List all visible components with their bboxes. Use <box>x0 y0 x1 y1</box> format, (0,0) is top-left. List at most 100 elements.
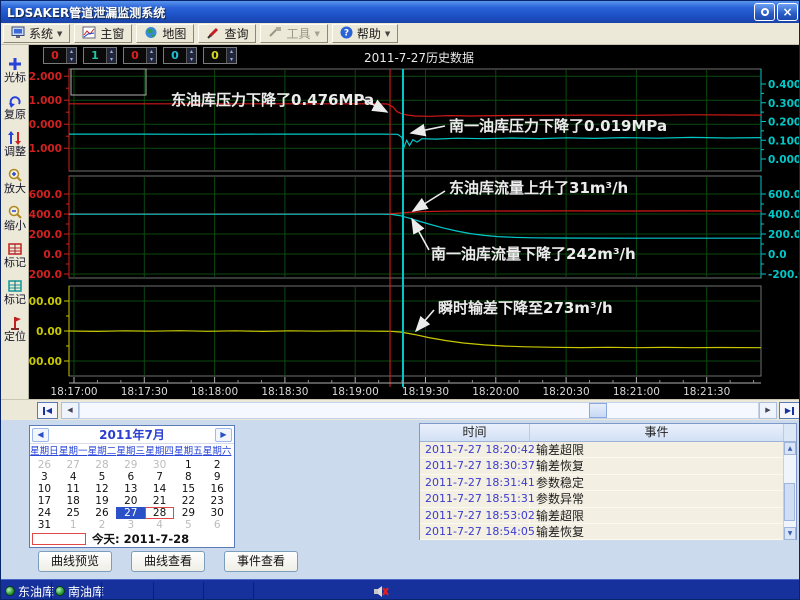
date-cell[interactable]: 6 <box>116 471 145 483</box>
history-charts[interactable]: 2.0001.0000.000-1.0000.4000.3000.2000.10… <box>29 45 800 399</box>
event-table-scrollbar: ▲ ▼ <box>783 442 796 540</box>
left-axis-label: 2.000 <box>29 71 62 83</box>
day-header: 星期六 <box>203 444 232 459</box>
date-cell[interactable]: 25 <box>59 507 88 519</box>
date-cell[interactable]: 1 <box>174 459 203 471</box>
event-view-button[interactable]: 事件查看 <box>224 551 298 572</box>
date-cell[interactable]: 23 <box>203 495 232 507</box>
date-cell[interactable]: 8 <box>174 471 203 483</box>
system-menu-button[interactable]: 系统 ▼ <box>3 24 70 43</box>
date-cell[interactable]: 28 <box>88 459 117 471</box>
annotation-text: 南一油库流量下降了242m³/h <box>431 245 636 263</box>
scroll-end-button[interactable]: ▶ <box>779 402 800 419</box>
event-row[interactable]: 2011-7-27 18:51:31参数异常 <box>420 491 783 507</box>
date-selected[interactable]: 27 <box>116 507 145 519</box>
date-cell[interactable]: 30 <box>145 459 174 471</box>
curve-view-button[interactable]: 曲线查看 <box>131 551 205 572</box>
date-cell[interactable]: 7 <box>145 471 174 483</box>
close-icon: × <box>782 5 792 19</box>
event-row[interactable]: 2011-7-27 18:20:42输差超限 <box>420 442 783 458</box>
tool-zoom-out-4[interactable]: 缩小 <box>1 203 29 240</box>
column-header-event[interactable]: 事件 <box>530 424 783 441</box>
date-cell[interactable]: 16 <box>203 483 232 495</box>
date-cell[interactable]: 29 <box>116 459 145 471</box>
main-window-button[interactable]: 主窗 <box>74 24 132 43</box>
tool-locate-7[interactable]: 定位 <box>1 314 29 351</box>
curve-preview-button[interactable]: 曲线预览 <box>38 551 112 572</box>
tool-adjust-2[interactable]: 调整 <box>1 129 29 166</box>
app-window: LDSAKER管道泄漏监测系统 × 系统 ▼ 主窗 地图 查询 工具 ▼ <box>0 0 800 600</box>
date-cell[interactable]: 14 <box>145 483 174 495</box>
status-ok-icon <box>55 586 65 596</box>
date-cell[interactable]: 10 <box>30 483 59 495</box>
date-cell[interactable]: 26 <box>30 459 59 471</box>
scroll-home-button[interactable]: ◀ <box>37 402 58 419</box>
date-cell[interactable]: 20 <box>116 495 145 507</box>
date-cell[interactable]: 3 <box>116 519 145 531</box>
svg-text:?: ? <box>344 28 349 38</box>
date-cell[interactable]: 17 <box>30 495 59 507</box>
time-tick-label: 18:17:30 <box>121 386 168 398</box>
date-cell[interactable]: 5 <box>88 471 117 483</box>
query-button[interactable]: 查询 <box>198 24 256 43</box>
tray-button[interactable] <box>754 3 775 21</box>
help-menu-button[interactable]: ? 帮助 ▼ <box>332 24 398 43</box>
event-row[interactable]: 2011-7-27 18:53:02输差超限 <box>420 508 783 524</box>
close-button[interactable]: × <box>777 3 798 21</box>
date-cell[interactable]: 21 <box>145 495 174 507</box>
date-cell[interactable]: 24 <box>30 507 59 519</box>
scroll-left-button[interactable]: ◀ <box>61 402 79 419</box>
date-cell[interactable]: 15 <box>174 483 203 495</box>
date-cell[interactable]: 29 <box>174 507 203 519</box>
scrollbar-track[interactable] <box>79 402 759 419</box>
date-cell[interactable]: 30 <box>203 507 232 519</box>
date-cell[interactable]: 9 <box>203 471 232 483</box>
tool-undo-1[interactable]: 复原 <box>1 92 29 129</box>
calendar-prev-button[interactable]: ◀ <box>32 428 49 442</box>
date-cell[interactable]: 1 <box>59 519 88 531</box>
tool-mark-red-5[interactable]: 标记 <box>1 240 29 277</box>
scroll-up-button[interactable]: ▲ <box>784 442 796 455</box>
tool-mark-teal-6[interactable]: 标记 <box>1 277 29 314</box>
series-0-1 <box>69 134 761 147</box>
scroll-down-button[interactable]: ▼ <box>784 527 796 540</box>
zoom-in-icon <box>7 166 23 183</box>
calendar: ◀ 2011年7月 ▶ 星期日星期一星期二星期三星期四星期五星期六 262728… <box>29 425 235 548</box>
date-cell[interactable]: 5 <box>174 519 203 531</box>
arrow-right-icon: ▶ <box>765 406 770 414</box>
event-row[interactable]: 2011-7-27 18:31:41参数稳定 <box>420 475 783 491</box>
date-cell[interactable]: 2 <box>88 519 117 531</box>
event-row[interactable]: 2011-7-27 18:30:37输差恢复 <box>420 458 783 474</box>
date-cell[interactable]: 4 <box>145 519 174 531</box>
calendar-next-button[interactable]: ▶ <box>215 428 232 442</box>
date-cell[interactable]: 11 <box>59 483 88 495</box>
tool-zoom-in-3[interactable]: 放大 <box>1 166 29 203</box>
date-cell[interactable]: 18 <box>59 495 88 507</box>
time-tick-label: 18:19:30 <box>402 386 449 398</box>
tool-label: 缩小 <box>4 220 26 232</box>
date-cell[interactable]: 6 <box>203 519 232 531</box>
date-cell[interactable]: 19 <box>88 495 117 507</box>
day-header: 星期三 <box>116 444 145 459</box>
date-cell[interactable]: 26 <box>88 507 117 519</box>
column-header-time[interactable]: 时间 <box>420 424 530 441</box>
date-cell[interactable]: 27 <box>59 459 88 471</box>
map-button[interactable]: 地图 <box>136 24 194 43</box>
skip-start-icon: ◀ <box>46 406 52 415</box>
scroll-right-button[interactable]: ▶ <box>759 402 777 419</box>
series-2-0 <box>69 331 761 348</box>
tool-crosshair-0[interactable]: 光标 <box>1 55 29 92</box>
date-cell[interactable]: 13 <box>116 483 145 495</box>
time-tick-label: 18:17:00 <box>50 386 97 398</box>
scrollbar-thumb[interactable] <box>784 483 795 521</box>
date-cell[interactable]: 31 <box>30 519 59 531</box>
event-row[interactable]: 2011-7-27 18:54:05输差恢复 <box>420 524 783 540</box>
date-today[interactable]: 28 <box>145 507 174 519</box>
date-cell[interactable]: 12 <box>88 483 117 495</box>
date-cell[interactable]: 2 <box>203 459 232 471</box>
scrollbar-thumb[interactable] <box>589 403 607 418</box>
date-cell[interactable]: 22 <box>174 495 203 507</box>
annotation-text: 瞬时输差下降至273m³/h <box>438 299 613 317</box>
date-cell[interactable]: 4 <box>59 471 88 483</box>
date-cell[interactable]: 3 <box>30 471 59 483</box>
